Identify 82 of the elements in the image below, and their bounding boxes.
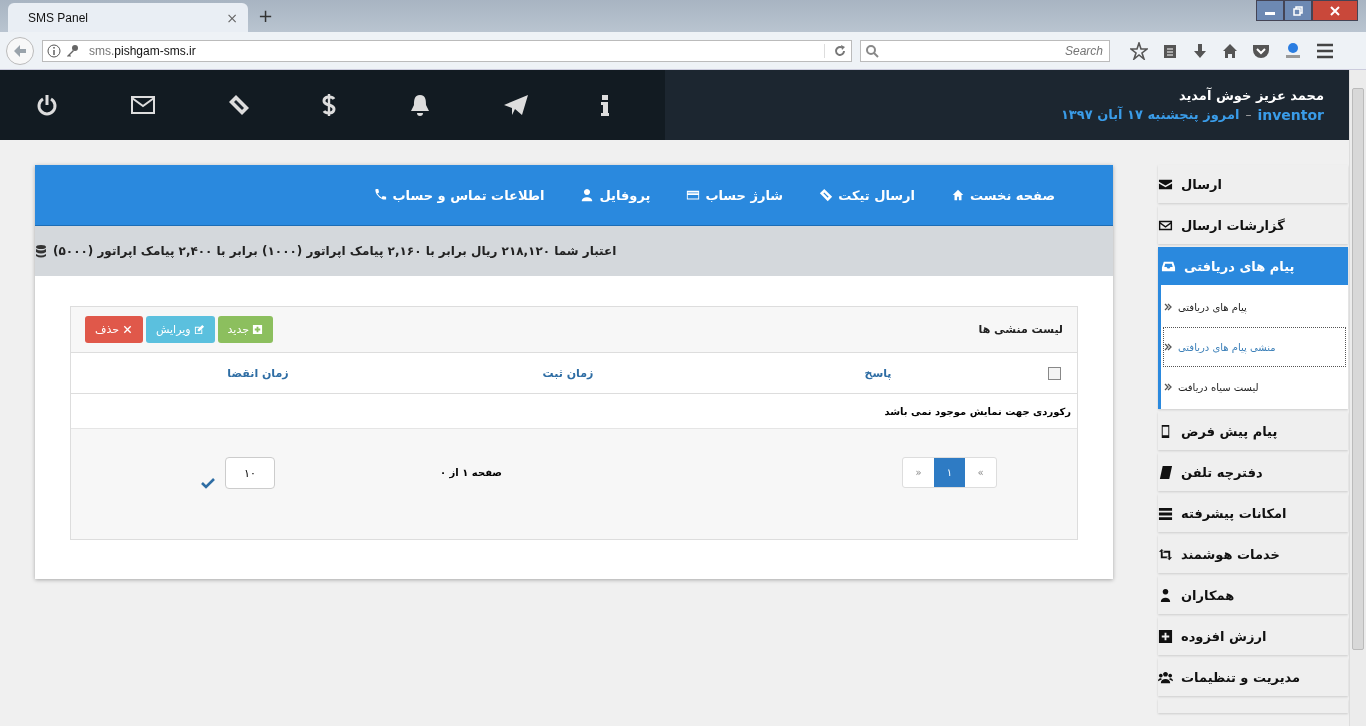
select-all-checkbox[interactable] xyxy=(1048,366,1061,380)
check-icon[interactable] xyxy=(201,477,215,489)
download-icon[interactable] xyxy=(1192,42,1208,59)
username-link[interactable]: inventor xyxy=(1257,106,1324,123)
sidebar-item[interactable]: ارزش افزوده xyxy=(1158,617,1348,655)
paper-plane-icon[interactable] xyxy=(502,93,529,117)
tab-title: SMS Panel xyxy=(28,10,89,25)
close-icon xyxy=(1329,4,1341,17)
sidebar-item[interactable]: دفترچه تلفن xyxy=(1158,453,1348,491)
page-info: صفحه ۱ از ۰ xyxy=(440,467,502,478)
pager-button[interactable]: « xyxy=(965,458,996,487)
sidebar-item[interactable]: همکاران xyxy=(1158,576,1348,614)
new-tab-button[interactable]: + xyxy=(258,5,274,26)
double-chevron-icon xyxy=(1164,303,1172,311)
sidebar-item[interactable]: پیام های دریافتی xyxy=(1161,247,1348,285)
page-size-field[interactable]: ۱۰ xyxy=(225,457,275,489)
page-button[interactable]: ۱ xyxy=(934,458,965,487)
browser-tab[interactable]: SMS Panel × xyxy=(8,3,248,32)
column-header[interactable]: زمان ثبت xyxy=(428,366,708,380)
date-text: امروز پنجشنبه ۱۷ آبان ۱۳۹۷ xyxy=(1060,107,1240,122)
users-icon xyxy=(1158,669,1173,685)
close-window-button[interactable] xyxy=(1312,0,1358,21)
user-icon xyxy=(580,188,595,202)
credit-card-icon xyxy=(686,188,701,202)
url-text: sms.pishgam-sms.ir xyxy=(89,43,197,58)
plus-icon xyxy=(1158,628,1173,644)
sidebar-item[interactable]: امکانات پیشرفته xyxy=(1158,494,1348,532)
pocket-icon[interactable] xyxy=(1252,42,1270,59)
menu-icon[interactable] xyxy=(1316,42,1334,59)
sidebar-item[interactable]: گزارشات ارسال xyxy=(1158,206,1348,244)
account-icon[interactable] xyxy=(1284,41,1302,60)
close-tab-button[interactable]: × xyxy=(226,9,238,26)
info-icon[interactable] xyxy=(599,93,610,117)
reading-list-icon[interactable] xyxy=(1162,42,1178,59)
menu-link[interactable]: صفحه نخست xyxy=(951,187,1055,203)
delete-button[interactable]: حذف xyxy=(85,316,143,343)
database-icon xyxy=(35,244,47,258)
book-icon xyxy=(1158,464,1173,480)
sidebar-item[interactable]: ارسال xyxy=(1158,165,1348,203)
repeat-icon xyxy=(1158,546,1173,562)
column-header[interactable]: پاسخ xyxy=(738,366,1018,380)
scrollbar[interactable] xyxy=(1349,70,1366,726)
envelope-icon[interactable] xyxy=(130,94,157,116)
restore-icon xyxy=(1292,4,1304,17)
pager-button[interactable]: » xyxy=(903,458,934,487)
home-icon[interactable] xyxy=(1222,42,1238,59)
dollar-icon[interactable] xyxy=(321,93,338,117)
double-chevron-icon xyxy=(1164,383,1172,391)
address-bar[interactable]: sms.pishgam-sms.ir xyxy=(42,39,852,62)
close-icon xyxy=(122,324,133,335)
panel-title: لیست منشی ها xyxy=(978,323,1063,336)
credit-text: اعتبار شما ۲۱۸,۱۲۰ ریال برابر با ۲,۱۶۰ پیامک اپراتور (۱۰۰۰) برابر با ۲,۴۰۰ پیامک اپراتور (۵۰۰۰) xyxy=(53,244,617,258)
submenu-item[interactable]: پیام های دریافتی xyxy=(1163,287,1346,327)
reload-icon[interactable] xyxy=(824,43,847,58)
column-header[interactable]: زمان انقضا xyxy=(118,366,398,380)
home-icon xyxy=(951,188,966,202)
separator-text: – xyxy=(1245,107,1252,122)
welcome-text: محمد عزیز خوش آمدید xyxy=(1178,87,1324,103)
submenu-item[interactable]: لیست سیاه دریافت xyxy=(1163,367,1346,407)
menu-link[interactable]: ارسال تیکت xyxy=(819,187,916,203)
sidebar-item[interactable]: پیام پیش فرض xyxy=(1158,412,1348,450)
minimize-icon xyxy=(1265,12,1275,15)
menu-link[interactable]: شارژ حساب xyxy=(686,187,784,203)
menu-link[interactable]: اطلاعات تماس و حساب xyxy=(373,187,545,203)
sidebar-item[interactable]: خدمات هوشمند xyxy=(1158,535,1348,573)
menu-link[interactable]: پروفایل xyxy=(580,187,651,203)
edit-icon xyxy=(193,324,205,335)
list-icon xyxy=(1158,505,1173,521)
empty-message: رکوردی جهت نمایش موجود نمی باشد xyxy=(884,405,1071,417)
restore-button[interactable] xyxy=(1284,0,1312,21)
user-icon xyxy=(1158,587,1173,603)
double-chevron-icon xyxy=(1164,343,1172,351)
submenu-item[interactable]: منشی پیام های دریافتی xyxy=(1163,327,1346,367)
search-field[interactable]: Search xyxy=(860,39,1110,62)
minimize-button[interactable] xyxy=(1256,0,1284,21)
ticket-icon xyxy=(819,188,834,202)
key-icon[interactable] xyxy=(65,43,79,58)
plus-icon xyxy=(252,324,263,335)
phone-icon xyxy=(373,188,388,202)
search-icon xyxy=(865,43,879,58)
star-icon[interactable] xyxy=(1130,41,1148,60)
sidebar-item[interactable]: مدیریت و تنظیمات xyxy=(1158,658,1348,696)
